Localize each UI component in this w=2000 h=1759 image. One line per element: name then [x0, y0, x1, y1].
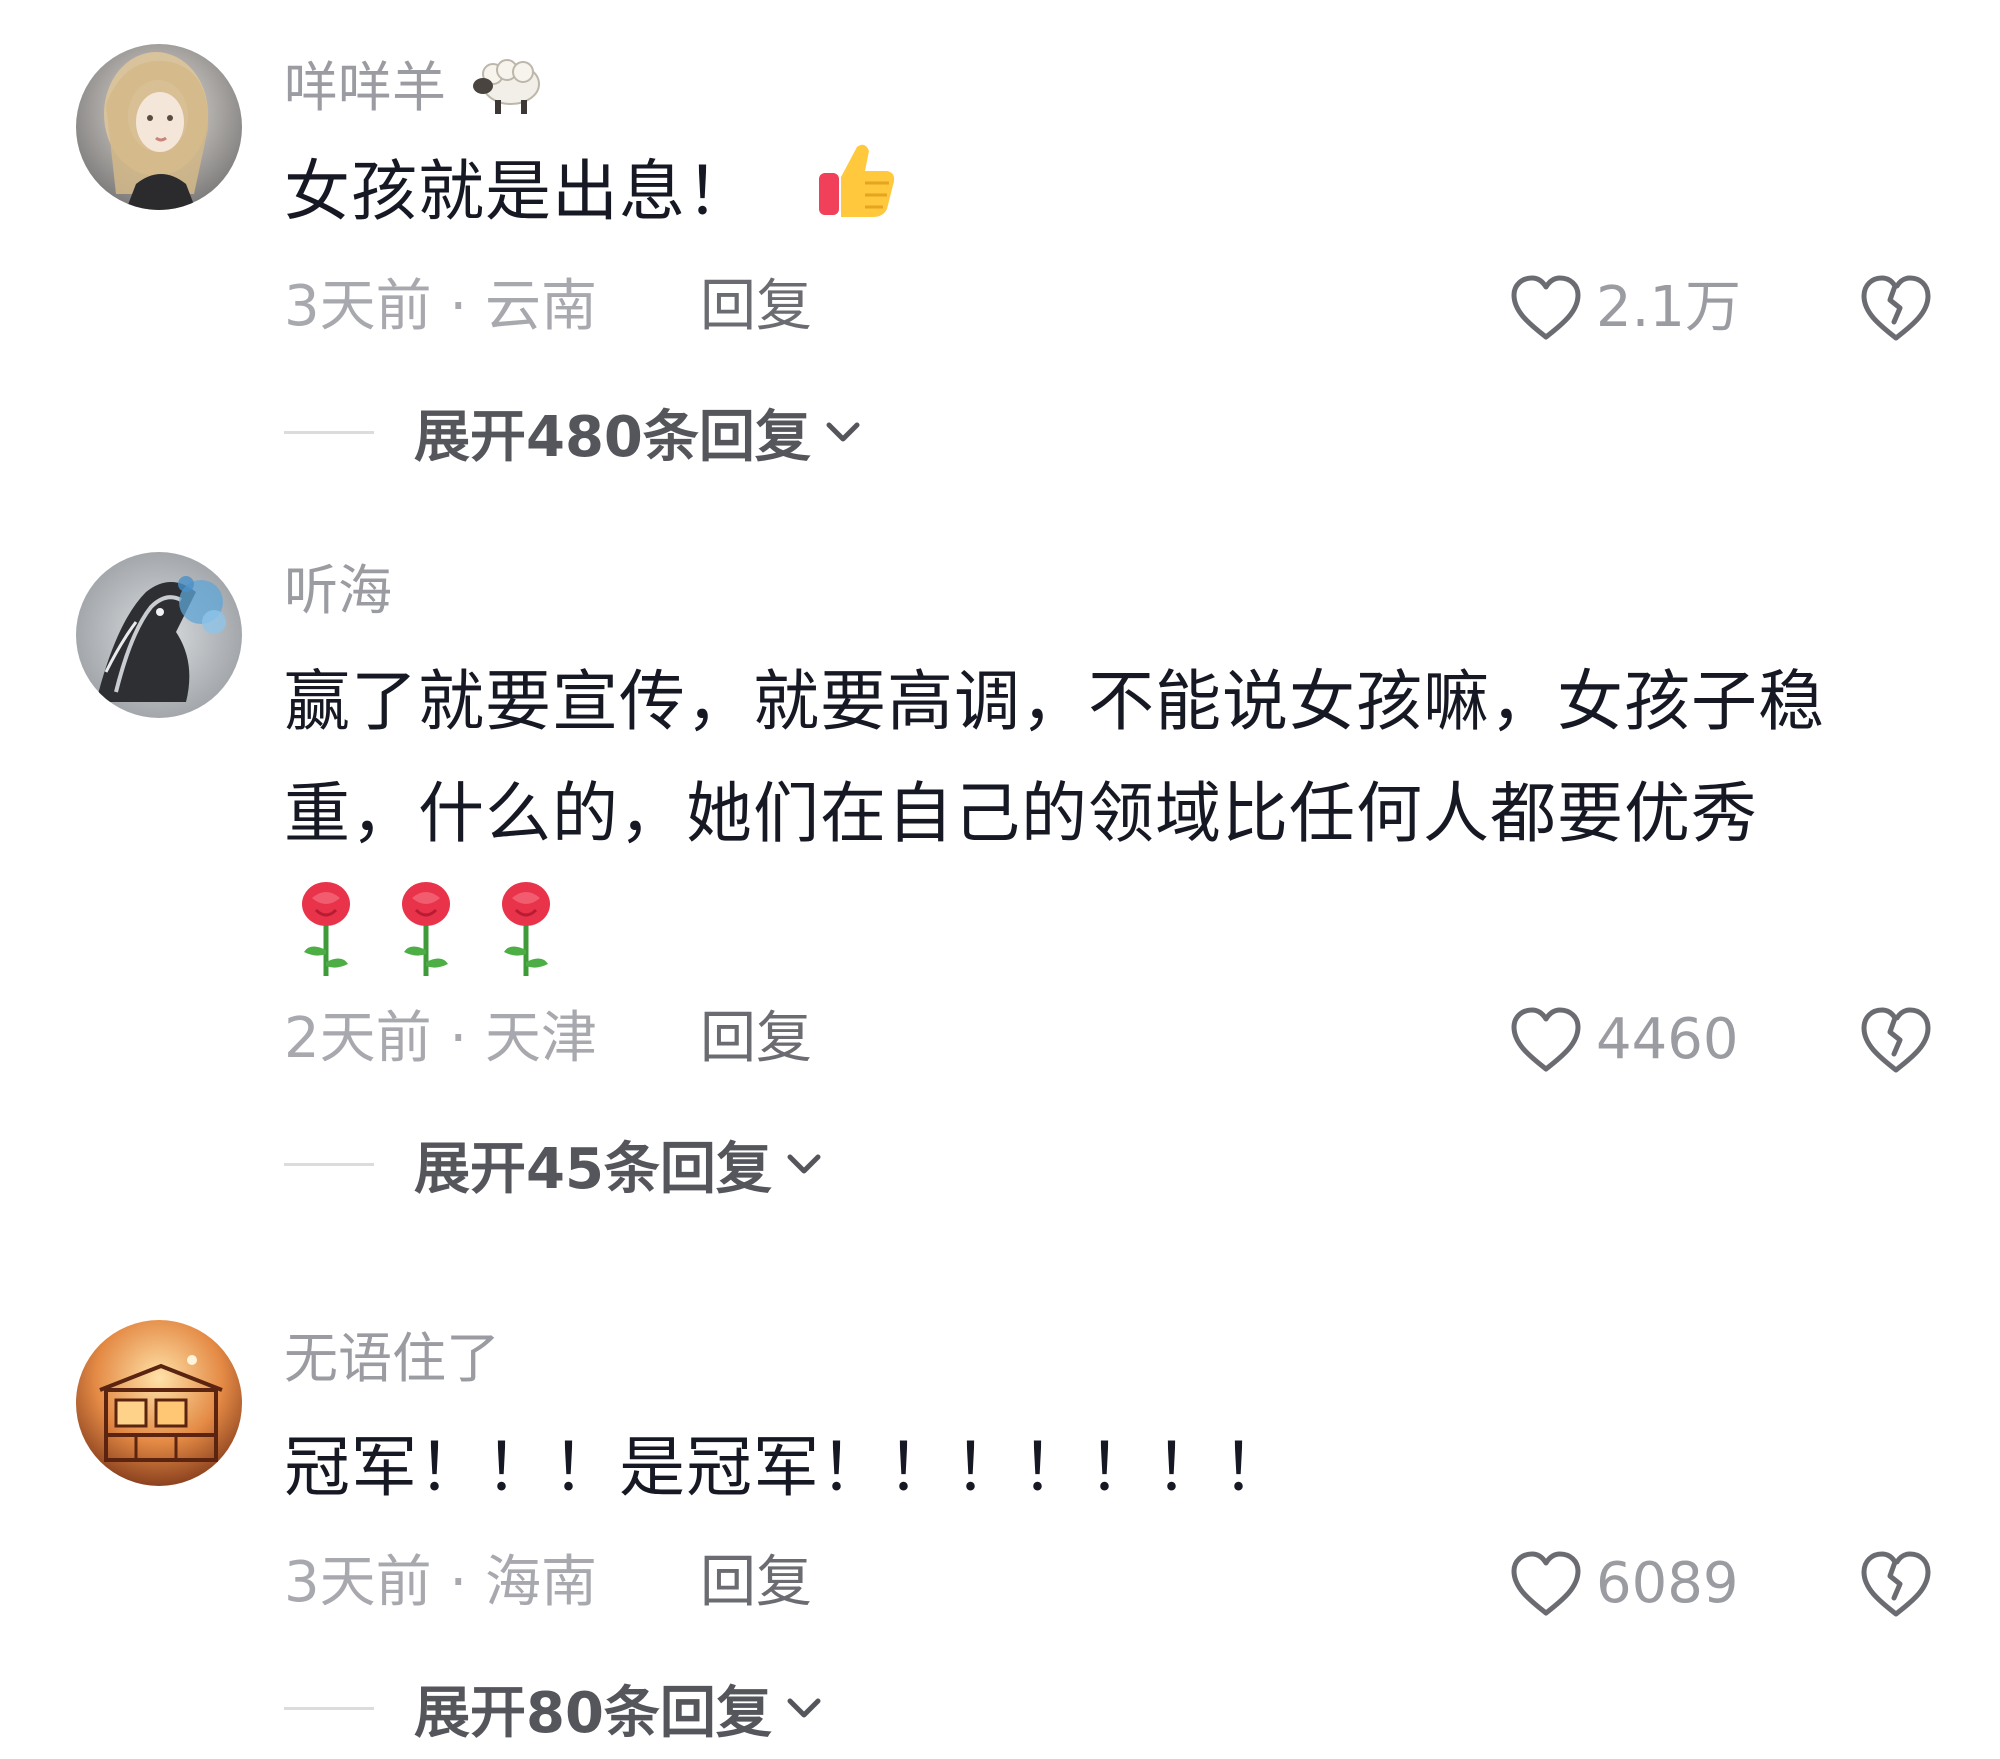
like-button[interactable]: 4460: [1508, 1000, 1739, 1080]
username-text: 无语住了: [284, 1327, 500, 1390]
broken-heart-icon: [1861, 1551, 1931, 1617]
avatar-image: [76, 44, 242, 210]
expand-replies-label: 展开480条回复: [414, 404, 811, 470]
chevron-down-icon: [826, 422, 860, 442]
thumbs-up-icon: [815, 137, 899, 255]
like-button[interactable]: 2.1万: [1508, 268, 1741, 348]
reply-button[interactable]: 回复: [700, 272, 812, 342]
expand-replies-button[interactable]: 展开45条回复: [284, 1124, 824, 1204]
dislike-button[interactable]: [1858, 1546, 1934, 1622]
avatar-image: [76, 552, 242, 718]
comment-text-content: 赢了就要宣传，就要高调，不能说女孩嘛，女孩子稳重，什么的，她们在自己的领域比任何…: [284, 663, 1825, 852]
avatar-image: [76, 1320, 242, 1486]
chevron-down-icon: [787, 1154, 821, 1174]
avatar[interactable]: [76, 44, 242, 210]
like-count: 4460: [1596, 1007, 1739, 1072]
like-count: 2.1万: [1596, 275, 1742, 340]
comment-username[interactable]: 咩咩羊: [284, 48, 547, 135]
comment-text: 女孩就是出息！: [284, 136, 1924, 255]
heart-icon: [1511, 1007, 1581, 1072]
expand-replies-button[interactable]: 展开80条回复: [284, 1668, 824, 1748]
comment-text: 冠军！！！是冠军！！！！！！！: [284, 1412, 1924, 1524]
like-count: 6089: [1596, 1551, 1739, 1616]
rose-emoji-group: [284, 876, 594, 1010]
comment-text: 赢了就要宣传，就要高调，不能说女孩嘛，女孩子稳重，什么的，她们在自己的领域比任何…: [284, 646, 1924, 1010]
comment-username[interactable]: 无语住了: [284, 1324, 500, 1394]
avatar[interactable]: [76, 552, 242, 718]
rose-icon: [302, 882, 550, 976]
comment-meta: 3天前 · 云南: [284, 274, 598, 339]
sheep-icon: [471, 48, 547, 135]
reply-button[interactable]: 回复: [700, 1004, 812, 1074]
chevron-down-icon: [787, 1698, 821, 1718]
like-button[interactable]: 6089: [1508, 1544, 1739, 1624]
expand-divider: [284, 1162, 374, 1166]
broken-heart-icon: [1861, 1007, 1931, 1073]
dislike-button[interactable]: [1858, 270, 1934, 346]
dislike-button[interactable]: [1858, 1002, 1934, 1078]
comment-meta: 3天前 · 海南: [284, 1550, 598, 1615]
expand-replies-button[interactable]: 展开480条回复: [284, 392, 863, 472]
avatar[interactable]: [76, 1320, 242, 1486]
expand-replies-label: 展开45条回复: [414, 1136, 772, 1202]
comment-meta: 2天前 · 天津: [284, 1006, 598, 1071]
heart-icon: [1511, 1551, 1581, 1616]
comment-text-content: 女孩就是出息！: [284, 153, 753, 230]
broken-heart-icon: [1861, 275, 1931, 341]
comment-text-content: 冠军！！！是冠军！！！！！！！: [284, 1429, 1289, 1506]
comment-username[interactable]: 听海: [284, 556, 392, 626]
heart-icon: [1511, 275, 1581, 340]
expand-divider: [284, 1706, 374, 1710]
username-text: 咩咩羊: [284, 56, 446, 120]
reply-button[interactable]: 回复: [700, 1548, 812, 1618]
expand-divider: [284, 430, 374, 434]
username-text: 听海: [284, 559, 392, 622]
expand-replies-label: 展开80条回复: [414, 1680, 772, 1746]
